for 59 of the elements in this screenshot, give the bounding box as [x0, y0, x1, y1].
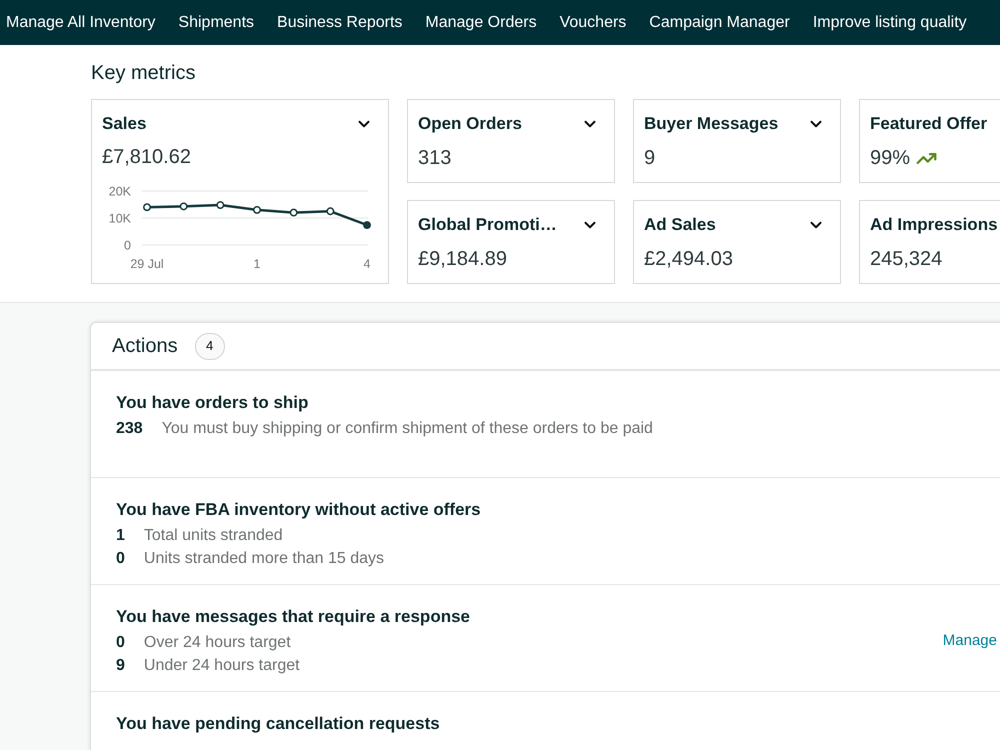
metric-card[interactable]: Featured Offer 99% [859, 99, 1000, 183]
data-point [216, 201, 224, 209]
metric-value: 245,324 [870, 247, 942, 271]
data-point [180, 202, 188, 210]
y-axis-label: 10K [108, 212, 131, 226]
nav-link[interactable]: Business Reports [277, 12, 402, 32]
action-count: 0 [116, 632, 125, 652]
metric-card[interactable]: Buyer Messages 9 [633, 99, 841, 183]
data-point [363, 221, 371, 229]
x-axis-label: 29 Jul [130, 257, 164, 271]
action-title: You have orders to ship [116, 393, 310, 413]
data-point [290, 208, 298, 217]
action-description: Units stranded more than 15 days [144, 548, 384, 568]
metric-value: £7,810.62 [102, 145, 192, 169]
x-axis-label: 4 [364, 257, 370, 271]
metric-title: Ad Impressions [870, 215, 998, 235]
data-point [143, 203, 151, 212]
x-axis-label: 1 [254, 257, 260, 271]
nav-link[interactable]: Vouchers [560, 12, 626, 32]
nav-link[interactable]: Shipments [178, 12, 254, 32]
nav-link[interactable]: Manage All Inventory [6, 12, 156, 32]
action-description: Total units stranded [144, 526, 283, 546]
metric-title: Global Promoti… [418, 215, 557, 235]
action-count: 1 [116, 526, 125, 546]
data-point [253, 206, 261, 214]
metric-card[interactable]: Global Promoti… £9,184.89 [407, 200, 615, 284]
actions-title: Actions [112, 334, 178, 358]
section-title: Key metrics [91, 61, 196, 85]
metric-value: 313 [418, 146, 452, 170]
nav-link[interactable]: Campaign Manager [649, 12, 790, 32]
action-count: 0 [116, 548, 125, 568]
metric-card[interactable]: Sales £7,810.62 20K 10K 0 29 Jul 1 4 [91, 99, 389, 284]
metric-title: Ad Sales [644, 215, 716, 235]
manage-link[interactable]: Manage [942, 632, 997, 650]
metric-value: 9 [644, 146, 656, 170]
count-badge: 4 [194, 332, 225, 360]
data-point [326, 207, 334, 216]
metric-title: Featured Offer [870, 114, 988, 134]
metric-value: 99% [870, 146, 910, 170]
metric-title: Open Orders [418, 114, 522, 134]
metric-title: Sales [102, 114, 146, 134]
metric-card[interactable]: Ad Sales £2,494.03 [633, 200, 841, 284]
nav-link[interactable]: Manage Orders [425, 12, 537, 32]
action-description: Over 24 hours target [144, 632, 291, 652]
metric-value: £9,184.89 [418, 247, 507, 271]
action-count: 9 [116, 656, 125, 676]
action-title: You have FBA inventory without active offers [116, 500, 481, 520]
metric-value: £2,494.03 [644, 247, 733, 271]
nav-link[interactable]: Improve listing quality [812, 12, 967, 32]
action-description: Under 24 hours target [144, 656, 300, 676]
metric-title: Buyer Messages [644, 114, 778, 134]
y-axis-label: 20K [108, 184, 131, 198]
metric-card[interactable]: Ad Impressions 245,324 [859, 200, 1000, 284]
action-count: 238 [116, 418, 143, 438]
metric-card[interactable]: Open Orders 313 [407, 99, 615, 183]
y-axis-label: 0 [124, 238, 131, 252]
action-description: You must buy shipping or confirm shipment of these orders to be paid [162, 418, 653, 438]
action-title: You have pending cancellation requests [116, 714, 440, 734]
action-title: You have messages that require a response [116, 607, 470, 627]
